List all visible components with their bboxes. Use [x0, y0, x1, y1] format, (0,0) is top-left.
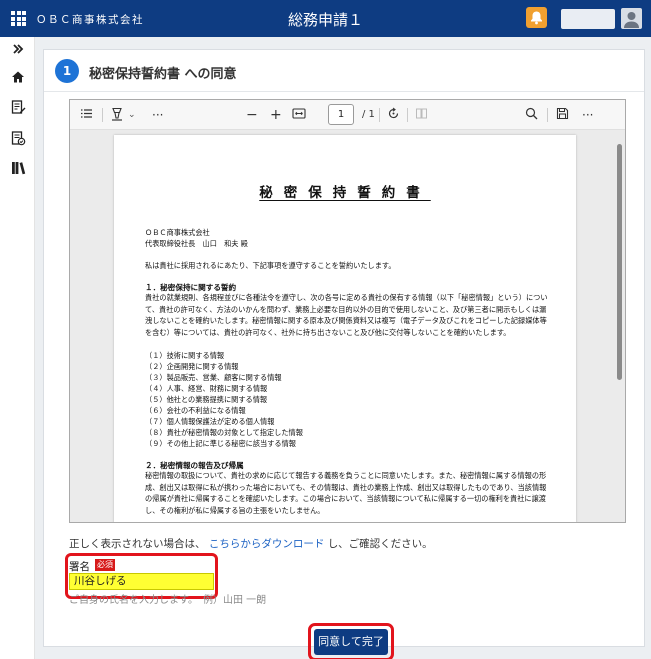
document-check-icon[interactable] — [9, 129, 27, 147]
required-badge: 必須 — [95, 559, 115, 571]
books-icon[interactable] — [9, 159, 27, 177]
page-title: 総務申請１ — [287, 11, 363, 29]
highlight-icon[interactable] — [110, 107, 124, 123]
chevron-down-icon[interactable]: ⌄ — [128, 107, 136, 123]
signature-label: 署名 — [69, 561, 90, 573]
page-number-input[interactable]: 1 — [328, 104, 354, 125]
list-item: （７）個人情報保護法が定める個人情報 — [145, 417, 275, 426]
list-item: （９）その他上記に準じる秘密に該当する情報 — [145, 439, 296, 448]
document-title: 秘密保持誓約書 — [259, 185, 431, 201]
download-link[interactable]: こちらからダウンロード — [209, 538, 325, 550]
search-icon[interactable] — [525, 107, 538, 123]
page-total: / 1 — [362, 109, 375, 120]
left-rail — [0, 37, 35, 659]
list-item: （２）企画開発に関する情報 — [145, 362, 239, 371]
two-page-view-icon[interactable] — [415, 107, 428, 123]
list-item: （８）貴社が秘密情報の対象として指定した情報 — [145, 428, 303, 437]
addressee-company: ＯＢＣ商事株式会社 — [145, 228, 210, 237]
addressee: 代表取締役社長 山口 和夫 殿 — [145, 239, 248, 248]
zoom-in-button[interactable]: + — [270, 107, 282, 123]
expand-icon[interactable] — [9, 40, 27, 58]
intro-text: 私は貴社に採用されるにあたり、下記事項を遵守することを誓約いたします。 — [145, 261, 396, 270]
section-1-text: 貴社の就業規則、各規程並びに各種法令を遵守し、次の各号に定める貴社の保有する情報… — [145, 293, 548, 337]
more-options-icon[interactable]: ··· — [582, 107, 593, 123]
bell-icon[interactable] — [526, 7, 547, 28]
contents-icon[interactable] — [80, 107, 93, 123]
more-tools-icon[interactable]: ··· — [152, 107, 163, 123]
download-suffix: し、ご確認ください。 — [327, 538, 433, 550]
list-item: （４）人事、経営、財務に関する情報 — [145, 384, 268, 393]
app-header: ＯＢＣ商事株式会社 総務申請１ — [0, 0, 651, 37]
step-title: 秘密保持誓約書 への同意 — [89, 67, 237, 82]
step-header: 1 秘密保持誓約書 への同意 — [44, 50, 644, 92]
scrollbar-thumb[interactable] — [617, 144, 622, 380]
section-2-text: 秘密情報の取扱について、貴社の求めに応じて報告する義務を負うことに同意いたします… — [145, 471, 547, 515]
download-notice: 正しく表示されない場合は、 こちらからダウンロード し、ご確認ください。 — [69, 536, 433, 551]
step-card: 1 秘密保持誓約書 への同意 ⌄ ··· − + 1 / 1 ··· 秘密保持誓… — [43, 49, 645, 659]
list-item: （３）製品販売、営業、顧客に関する情報 — [145, 373, 282, 382]
pdf-toolbar: ⌄ ··· − + 1 / 1 ··· — [70, 100, 625, 130]
pdf-viewer[interactable]: ⌄ ··· − + 1 / 1 ··· 秘密保持誓約書 ＯＢＣ商事株式会社 代表… — [69, 99, 626, 523]
edit-document-icon[interactable] — [9, 98, 27, 116]
agree-complete-button[interactable]: 同意して完了 — [314, 629, 388, 655]
main-content: 1 秘密保持誓約書 への同意 ⌄ ··· − + 1 / 1 ··· 秘密保持誓… — [35, 37, 651, 659]
list-item: （６）会社の不利益になる情報 — [145, 406, 246, 415]
home-icon[interactable] — [9, 68, 27, 86]
signature-input[interactable]: 川谷しげる — [69, 573, 214, 590]
user-icon[interactable] — [621, 8, 642, 29]
user-name-box[interactable] — [561, 9, 615, 29]
pdf-page: 秘密保持誓約書 ＯＢＣ商事株式会社 代表取締役社長 山口 和夫 殿 私は貴社に採… — [114, 135, 576, 522]
zoom-out-button[interactable]: − — [246, 107, 258, 123]
viewer-scrollbar[interactable] — [615, 130, 624, 522]
list-item: （１）技術に関する情報 — [145, 351, 225, 360]
rotate-icon[interactable] — [387, 107, 400, 123]
list-item: （５）他社との業務提携に関する情報 — [145, 395, 268, 404]
download-prefix: 正しく表示されない場合は、 — [69, 538, 206, 550]
signature-hint: ご自身の氏名を入力します。 例）山田 一朗 — [69, 595, 267, 606]
fit-page-icon[interactable] — [292, 107, 306, 123]
save-icon[interactable] — [556, 107, 569, 123]
step-number-badge: 1 — [55, 59, 79, 83]
